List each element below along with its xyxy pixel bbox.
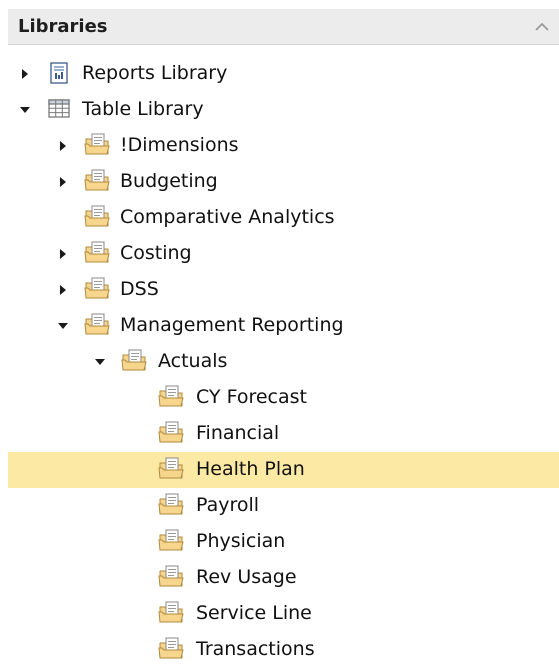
tree-item-financial[interactable]: Financial	[8, 416, 559, 452]
expand-arrow-down-icon[interactable]	[18, 101, 32, 119]
tree-item-table-library[interactable]: Table Library	[8, 92, 559, 128]
expand-arrow-right-icon[interactable]	[56, 245, 70, 263]
folder-icon	[84, 168, 110, 194]
tree-item-label: Physician	[196, 530, 286, 552]
tree-item-label: CY Forecast	[196, 386, 307, 408]
expand-arrow-down-icon[interactable]	[56, 317, 70, 335]
tree-item-label: Health Plan	[196, 458, 305, 480]
tree-item-label: Costing	[120, 242, 192, 264]
tree-item-management-reporting[interactable]: Management Reporting	[8, 308, 559, 344]
expand-arrow-right-icon[interactable]	[56, 173, 70, 191]
tree-item-payroll[interactable]: Payroll	[8, 488, 559, 524]
tree-item-budgeting[interactable]: Budgeting	[8, 164, 559, 200]
folder-icon	[84, 312, 110, 338]
expand-arrow-down-icon[interactable]	[93, 353, 107, 371]
tree-item-label: Management Reporting	[120, 314, 344, 336]
folder-icon	[158, 384, 184, 410]
tree-item-label: Financial	[196, 422, 280, 444]
tree-item-label: Table Library	[82, 98, 204, 120]
tree-item-rev-usage[interactable]: Rev Usage	[8, 560, 559, 596]
tree-item-label: Budgeting	[120, 170, 218, 192]
tree-item-label: Service Line	[196, 602, 312, 624]
table-icon	[46, 96, 72, 122]
tree-item-dss[interactable]: DSS	[8, 272, 559, 308]
panel-header: Libraries	[8, 9, 559, 45]
tree-item-label: Payroll	[196, 494, 260, 516]
tree-item-physician[interactable]: Physician	[8, 524, 559, 560]
folder-icon	[84, 240, 110, 266]
tree-item-label: Reports Library	[82, 62, 228, 84]
tree-item-reports-library[interactable]: Reports Library	[8, 56, 559, 92]
expand-arrow-right-icon[interactable]	[56, 137, 70, 155]
libraries-panel: Libraries Reports Library Table Library	[0, 0, 559, 663]
report-icon	[46, 60, 72, 86]
tree-item-label: Comparative Analytics	[120, 206, 335, 228]
tree-item-costing[interactable]: Costing	[8, 236, 559, 272]
tree-item-label: Rev Usage	[196, 566, 297, 588]
tree-item-health-plan[interactable]: Health Plan	[8, 452, 559, 488]
folder-icon	[158, 564, 184, 590]
folder-icon	[158, 600, 184, 626]
folder-icon	[158, 492, 184, 518]
folder-icon	[158, 420, 184, 446]
tree-item-label: Transactions	[196, 638, 315, 660]
folder-icon	[158, 456, 184, 482]
folder-icon	[84, 132, 110, 158]
tree-item-cy-forecast[interactable]: CY Forecast	[8, 380, 559, 416]
panel-title: Libraries	[18, 16, 108, 37]
expand-arrow-right-icon[interactable]	[18, 65, 32, 83]
tree-item-actuals[interactable]: Actuals	[8, 344, 559, 380]
folder-icon	[158, 528, 184, 554]
tree-item-dimensions[interactable]: !Dimensions	[8, 128, 559, 164]
tree-item-service-line[interactable]: Service Line	[8, 596, 559, 632]
tree-item-label: Actuals	[158, 350, 228, 372]
folder-icon	[84, 276, 110, 302]
folder-icon	[121, 348, 147, 374]
folder-icon	[84, 204, 110, 230]
tree-item-label: DSS	[120, 278, 159, 300]
folder-icon	[158, 636, 184, 662]
tree-item-comparative-analytics[interactable]: Comparative Analytics	[8, 200, 559, 236]
expand-arrow-right-icon[interactable]	[56, 281, 70, 299]
tree-item-label: !Dimensions	[120, 134, 239, 156]
collapse-up-icon[interactable]	[533, 19, 551, 33]
